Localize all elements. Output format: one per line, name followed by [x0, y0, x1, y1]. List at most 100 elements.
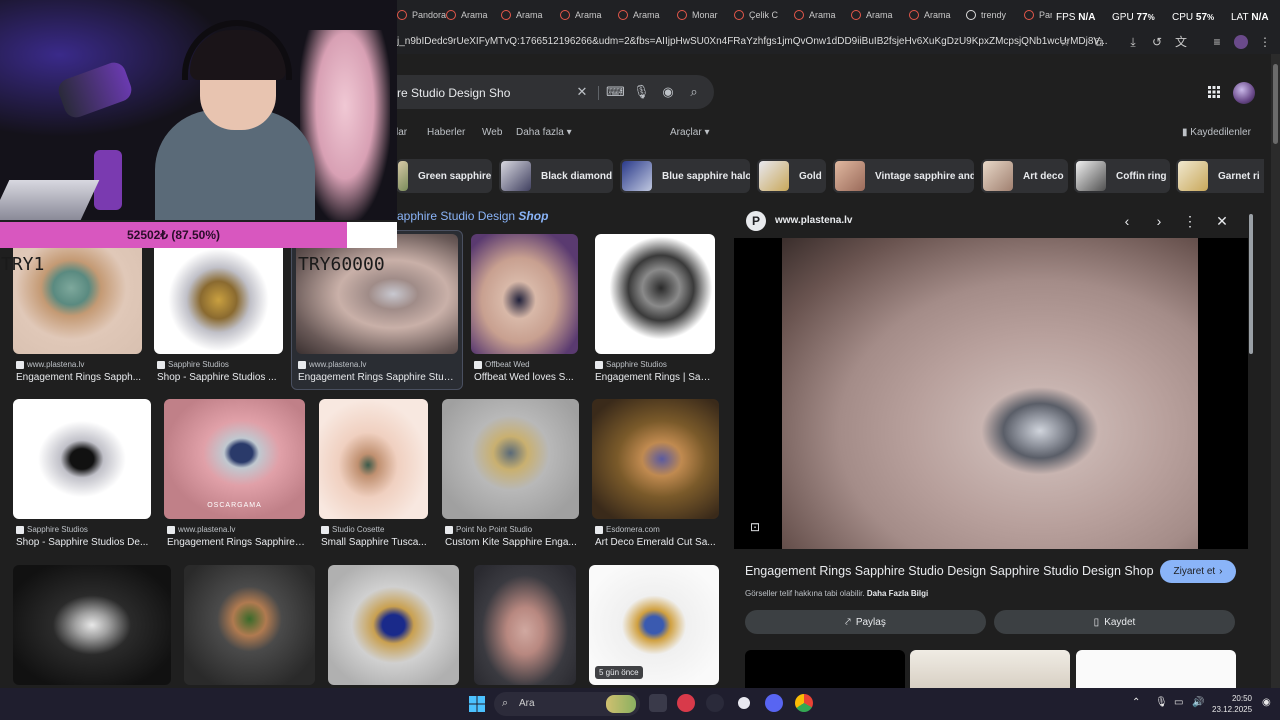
result-title[interactable]: Engagement Rings Sapph... — [16, 372, 142, 383]
result-group-title[interactable]: apphire Studio Design Shop — [397, 209, 548, 223]
tools-button[interactable]: Araçlar ▾ — [670, 127, 710, 138]
previous-icon[interactable]: ‹ — [1120, 214, 1134, 228]
preview-title[interactable]: Engagement Rings Sapphire Studio Design … — [745, 564, 1154, 578]
menu-icon[interactable]: ⋮ — [1258, 35, 1272, 49]
save-button[interactable]: ▯ Kaydet — [994, 610, 1235, 634]
result-title[interactable]: Shop - Sapphire Studios De... — [16, 537, 151, 548]
chip-garnet-ring[interactable]: Garnet ri — [1176, 159, 1264, 193]
lens-icon[interactable]: ◉ — [660, 84, 676, 100]
result-image[interactable] — [13, 234, 142, 354]
translate-icon[interactable]: 文 — [1174, 35, 1188, 49]
obs-icon[interactable] — [735, 694, 753, 712]
share-button[interactable]: ⤤ Paylaş — [745, 610, 986, 634]
more-options-icon[interactable]: ⋮ — [1183, 214, 1197, 228]
chrome-icon[interactable] — [795, 694, 813, 712]
result-image[interactable] — [471, 234, 578, 354]
extensions-icon[interactable]: ⧉ — [1092, 35, 1106, 49]
app-icon-dark[interactable] — [706, 694, 724, 712]
result-title[interactable]: Engagement Rings | Sapp... — [595, 372, 715, 383]
result-image[interactable] — [154, 234, 283, 354]
related-image[interactable] — [1076, 650, 1236, 688]
microphone-icon[interactable]: 🎙 — [633, 84, 650, 100]
reading-list-icon[interactable]: ≡ — [1210, 35, 1224, 49]
start-icon[interactable] — [469, 696, 485, 712]
nav-tab-news[interactable]: Haberler — [427, 127, 465, 138]
nav-tab-web[interactable]: Web — [482, 127, 502, 138]
result-title[interactable]: Shop - Sapphire Studios ... — [157, 372, 283, 383]
browser-tab[interactable]: Arama — [560, 5, 612, 25]
related-image[interactable] — [910, 650, 1070, 688]
scrollbar-thumb[interactable] — [1249, 214, 1253, 354]
close-icon[interactable]: ✕ — [1215, 214, 1229, 228]
nav-tab-0[interactable]: lar — [396, 127, 407, 138]
chip-vintage-sapphire[interactable]: Vintage sapphire and — [833, 159, 974, 193]
result-title[interactable]: Art Deco Emerald Cut Sa... — [595, 537, 719, 548]
task-view-icon[interactable] — [649, 694, 667, 712]
browser-tab[interactable]: trendy — [966, 5, 1018, 25]
account-avatar[interactable] — [1233, 82, 1255, 104]
result-image[interactable] — [319, 399, 428, 519]
bookmark-star-icon[interactable]: ☆ — [1058, 35, 1072, 49]
browser-tab[interactable]: Arama — [909, 5, 961, 25]
result-title[interactable]: Small Sapphire Tusca... — [321, 537, 428, 548]
result-image[interactable] — [592, 399, 719, 519]
result-title[interactable]: Offbeat Wed loves S... — [474, 372, 578, 383]
chip-coffin-ring[interactable]: Coffin ring — [1074, 159, 1170, 193]
result-title[interactable]: Custom Kite Sapphire Enga... — [445, 537, 579, 548]
result-image[interactable] — [296, 234, 458, 354]
result-image[interactable] — [184, 565, 315, 685]
taskbar-clock[interactable]: 20:50 23.12.2025 — [1212, 693, 1252, 715]
chip-black-diamond[interactable]: Black diamond — [499, 159, 613, 193]
download-icon[interactable]: ⤓ — [1126, 35, 1140, 49]
show-hidden-icons-icon[interactable]: ⌃ — [1132, 697, 1140, 708]
learn-more-link[interactable]: Daha Fazla Bilgi — [867, 589, 928, 598]
preview-scrollbar[interactable] — [1249, 204, 1255, 674]
apps-grid-icon[interactable] — [1207, 85, 1221, 99]
clear-icon[interactable]: ✕ — [574, 84, 590, 100]
result-image[interactable] — [442, 399, 579, 519]
search-input[interactable]: re Studio Design Sho — [397, 86, 510, 100]
saved-button[interactable]: ▮ Kaydedilenler — [1182, 127, 1251, 138]
browser-tab[interactable]: Arama — [618, 5, 670, 25]
volume-icon[interactable]: 🔊 — [1192, 697, 1204, 708]
network-icon[interactable]: ▭ — [1174, 697, 1183, 708]
lens-search-icon[interactable]: ⊡ — [750, 520, 760, 534]
chip-art-deco[interactable]: Art deco — [981, 159, 1068, 193]
keyboard-icon[interactable]: ⌨ — [606, 84, 625, 100]
preview-site-name[interactable]: www.plastena.lv — [775, 215, 852, 226]
notifications-icon[interactable]: ◉ — [1262, 697, 1271, 708]
related-image[interactable] — [745, 650, 905, 688]
browser-tab[interactable]: Pando — [1024, 5, 1052, 25]
result-image[interactable]: OSCARGAMA — [164, 399, 305, 519]
browser-tab[interactable]: Monar — [677, 5, 729, 25]
result-title[interactable]: Engagement Rings Sapphire Studi... — [298, 372, 458, 383]
browser-tab[interactable]: Pandora — [397, 5, 449, 25]
scrollbar-thumb[interactable] — [1273, 64, 1278, 144]
app-icon-red[interactable] — [677, 694, 695, 712]
preview-image[interactable]: ⊡ — [734, 238, 1248, 549]
search-icon[interactable]: ⌕ — [686, 84, 702, 100]
discord-icon[interactable] — [765, 694, 783, 712]
chip-green-sapphire[interactable]: Green sapphire — [396, 159, 492, 193]
url-text[interactable]: j_n9bIDedc9rUeXIFyMTvQ:1766512196266&udm… — [397, 36, 1108, 47]
result-image[interactable] — [13, 565, 171, 685]
next-icon[interactable]: › — [1152, 214, 1166, 228]
result-image[interactable] — [595, 234, 715, 354]
browser-tab[interactable]: Arama — [446, 5, 498, 25]
profile-icon[interactable] — [1234, 35, 1248, 49]
result-title[interactable]: Engagement Rings Sapphire ... — [167, 537, 305, 548]
result-image[interactable] — [328, 565, 459, 685]
result-image[interactable]: 5 gün önce — [589, 565, 719, 685]
browser-tab[interactable]: Arama — [501, 5, 553, 25]
history-icon[interactable]: ↺ — [1150, 35, 1164, 49]
browser-tab[interactable]: Çelik C — [734, 5, 786, 25]
browser-tab[interactable]: Arama — [851, 5, 903, 25]
visit-button[interactable]: Ziyaret et › — [1160, 560, 1236, 583]
nav-tab-more[interactable]: Daha fazla ▾ — [516, 127, 572, 138]
chip-blue-sapphire-halo[interactable]: Blue sapphire halo — [620, 159, 750, 193]
chip-gold[interactable]: Gold — [757, 159, 826, 193]
result-image[interactable] — [474, 565, 576, 685]
search-highlight-icon[interactable] — [606, 695, 636, 713]
result-image[interactable] — [13, 399, 151, 519]
browser-tab[interactable]: Arama — [794, 5, 846, 25]
